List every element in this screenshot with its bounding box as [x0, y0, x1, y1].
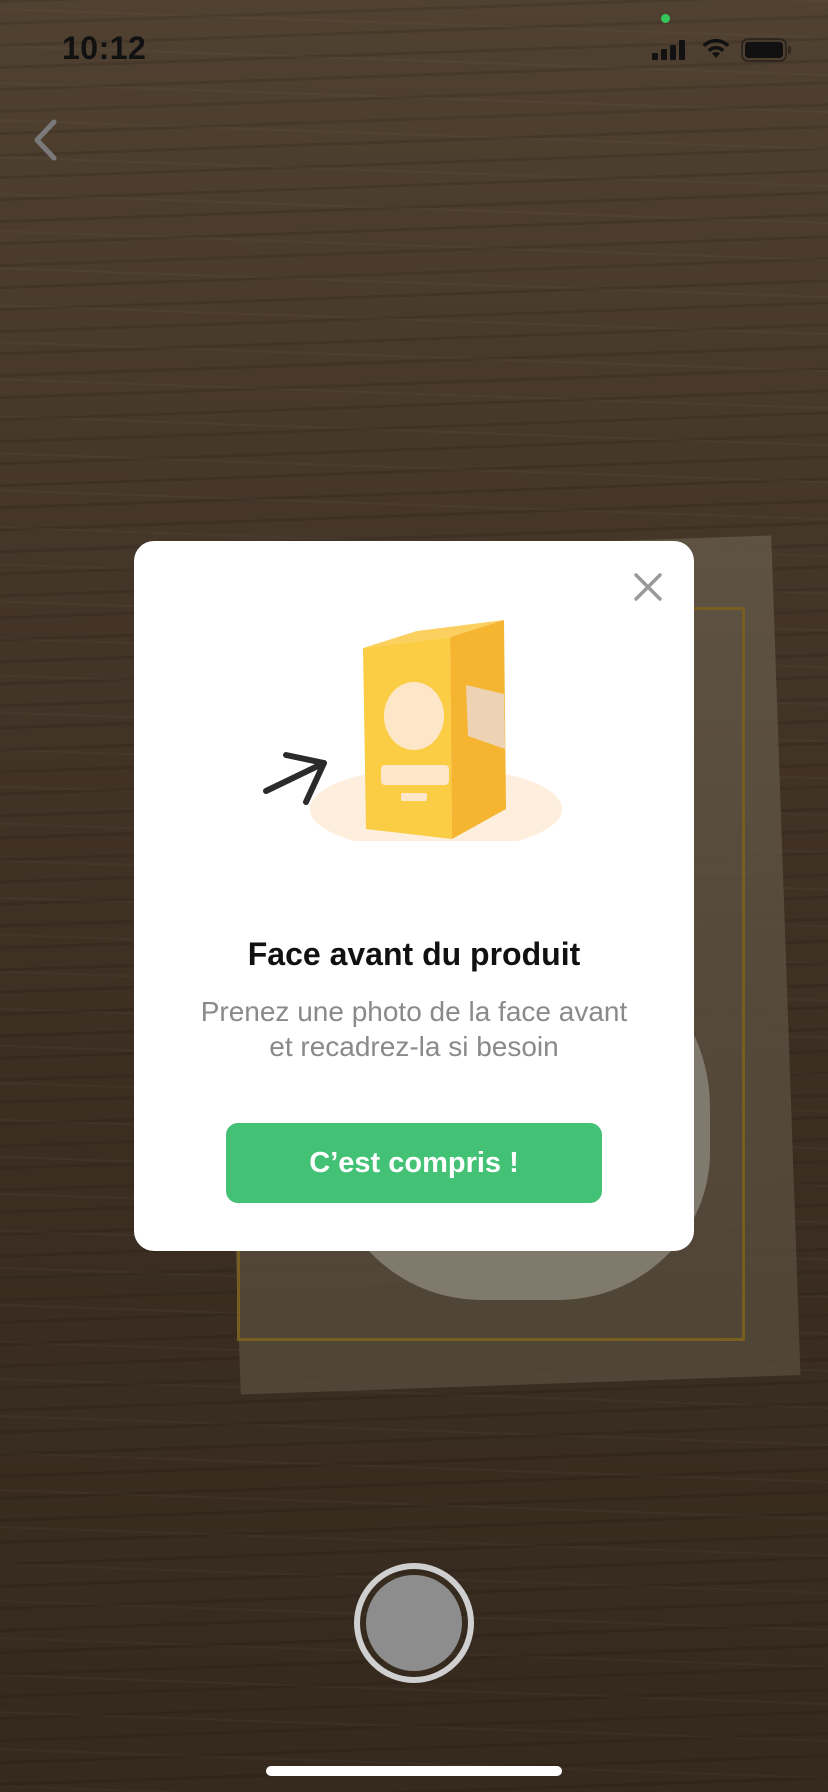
- back-button[interactable]: [20, 112, 70, 168]
- battery-icon: [741, 38, 791, 62]
- chevron-left-icon: [34, 119, 57, 161]
- confirm-button[interactable]: C’est compris !: [226, 1123, 602, 1203]
- modal-description: Prenez une photo de la face avant et rec…: [164, 994, 664, 1064]
- privacy-indicator: [661, 14, 670, 23]
- status-bar: 10:12: [0, 0, 828, 100]
- modal-description-line-2: et recadrez-la si besoin: [269, 1031, 559, 1062]
- status-time: 10:12: [62, 30, 147, 66]
- modal-title: Face avant du produit: [247, 936, 581, 972]
- wifi-icon: [702, 38, 730, 58]
- arrow-icon: [263, 752, 327, 805]
- instruction-modal: Face avant du produit Prenez une photo d…: [134, 541, 694, 1251]
- modal-description-line-1: Prenez une photo de la face avant: [200, 996, 628, 1027]
- product-box-illustration: [263, 620, 562, 841]
- signal-icon: [652, 40, 685, 60]
- shutter-inner: [366, 1575, 462, 1671]
- shutter-button[interactable]: [354, 1563, 474, 1683]
- home-indicator[interactable]: [266, 1766, 562, 1776]
- camera-screen: 10:12 Face avant du produit Prenez une p…: [0, 0, 828, 1792]
